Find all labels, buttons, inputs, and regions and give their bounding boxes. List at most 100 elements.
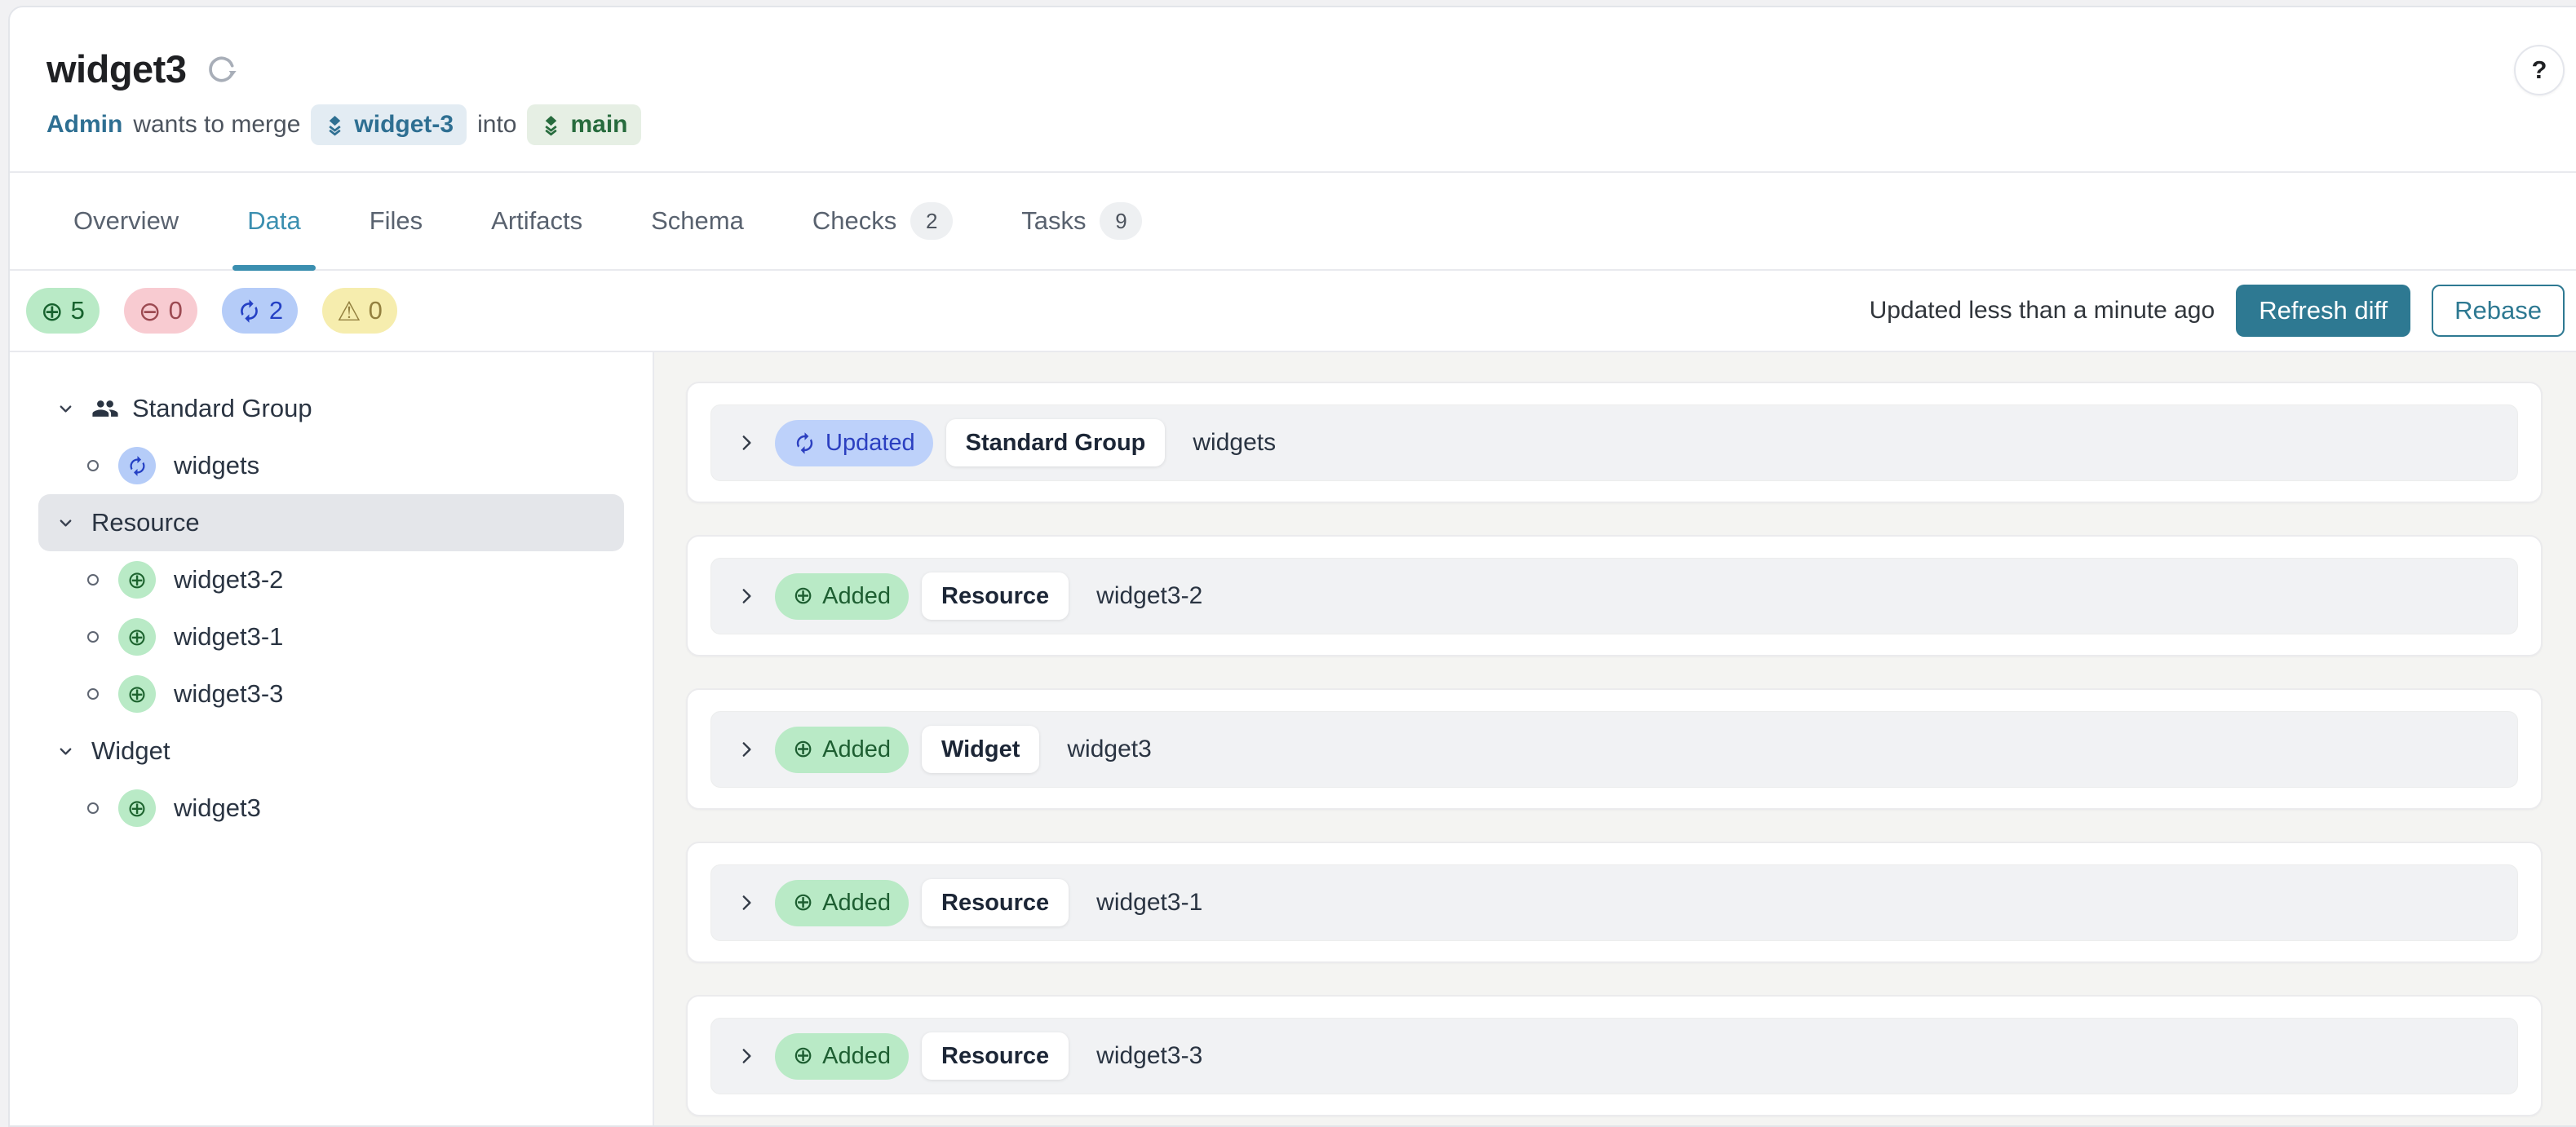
- row-name: widgets: [1193, 429, 1276, 457]
- diff-tree-sidebar: Standard Group widgets Resource ⊕ widget…: [10, 352, 654, 1125]
- row-name: widget3-3: [1096, 1042, 1202, 1070]
- chevron-down-icon: [56, 514, 75, 533]
- refresh-title-icon[interactable]: [206, 53, 238, 86]
- diff-row-header[interactable]: Updated Standard Group widgets: [710, 404, 2518, 481]
- diff-row-widget3-3: ⊕ Added Resource widget3-3: [686, 995, 2543, 1116]
- diff-row-header[interactable]: ⊕ Added Resource widget3-2: [710, 558, 2518, 634]
- branch-icon: [540, 114, 562, 136]
- type-badge: Widget: [922, 726, 1039, 773]
- diff-row-widget3-1: ⊕ Added Resource widget3-1: [686, 842, 2543, 963]
- diff-row-header[interactable]: ⊕ Added Widget widget3: [710, 711, 2518, 788]
- tab-tasks[interactable]: Tasks 9: [1007, 173, 1157, 269]
- status-badge: ⊕ Added: [775, 880, 909, 926]
- bullet-icon: [87, 688, 99, 700]
- row-name: widget3-2: [1096, 582, 1202, 610]
- tree-group-widget[interactable]: Widget: [38, 723, 624, 780]
- merge-summary: Admin wants to merge widget-3 into main: [46, 104, 2576, 145]
- tree-group-label: Widget: [91, 736, 170, 766]
- diff-list: Updated Standard Group widgets ⊕ Added R…: [654, 352, 2576, 1125]
- checks-count-badge: 2: [910, 202, 953, 240]
- type-badge: Resource: [922, 572, 1069, 620]
- pr-header: widget3 Admin wants to merge widget-3 in…: [10, 7, 2576, 173]
- plus-circle-icon: ⊕: [41, 298, 64, 325]
- sync-icon: [793, 431, 817, 455]
- tree-group-standard-group[interactable]: Standard Group: [38, 380, 624, 437]
- tree-item-widget3-1[interactable]: ⊕ widget3-1: [38, 608, 624, 665]
- type-badge: Resource: [922, 879, 1069, 926]
- tab-data[interactable]: Data: [232, 173, 315, 269]
- tree-item-label: widget3: [174, 793, 261, 823]
- target-branch-badge[interactable]: main: [527, 104, 640, 145]
- plus-circle-icon: ⊕: [793, 584, 813, 608]
- diff-row-header[interactable]: ⊕ Added Resource widget3-3: [710, 1018, 2518, 1094]
- tree-item-widget3[interactable]: ⊕ widget3: [38, 780, 624, 837]
- stat-removed: ⊖ 0: [124, 288, 197, 334]
- row-name: widget3-1: [1096, 889, 1202, 917]
- tree-item-label: widget3-2: [174, 565, 283, 594]
- tree-item-widgets[interactable]: widgets: [38, 437, 624, 494]
- tree-item-label: widget3-3: [174, 679, 283, 709]
- page-title: widget3: [46, 46, 186, 91]
- tree-item-label: widget3-1: [174, 622, 283, 652]
- stat-added-count: 5: [71, 296, 85, 325]
- chevron-down-icon: [56, 400, 75, 418]
- added-change-icon: ⊕: [118, 618, 156, 656]
- type-badge: Standard Group: [946, 419, 1166, 466]
- source-branch-badge[interactable]: widget-3: [311, 104, 467, 145]
- users-icon: [91, 395, 119, 422]
- status-badge: ⊕ Added: [775, 727, 909, 773]
- diff-row-widget3: ⊕ Added Widget widget3: [686, 688, 2543, 810]
- status-badge: Updated: [775, 420, 933, 466]
- stat-added: ⊕ 5: [26, 288, 100, 334]
- chevron-right-icon[interactable]: [736, 1045, 757, 1067]
- chevron-down-icon: [56, 742, 75, 761]
- tree-group-resource[interactable]: Resource: [38, 494, 624, 551]
- tab-artifacts[interactable]: Artifacts: [476, 173, 597, 269]
- stat-removed-count: 0: [169, 296, 183, 325]
- stat-warnings-count: 0: [369, 296, 383, 325]
- rebase-button[interactable]: Rebase: [2432, 285, 2565, 337]
- chevron-right-icon[interactable]: [736, 739, 757, 760]
- author-link[interactable]: Admin: [46, 111, 122, 139]
- minus-circle-icon: ⊖: [139, 298, 162, 325]
- diff-row-widgets: Updated Standard Group widgets: [686, 382, 2543, 503]
- refresh-diff-button[interactable]: Refresh diff: [2236, 285, 2410, 337]
- tree-group-label: Standard Group: [132, 394, 312, 423]
- plus-circle-icon: ⊕: [793, 891, 813, 915]
- added-change-icon: ⊕: [118, 675, 156, 713]
- tree-item-label: widgets: [174, 451, 259, 480]
- plus-circle-icon: ⊕: [793, 1044, 813, 1068]
- tab-checks[interactable]: Checks 2: [798, 173, 967, 269]
- tab-schema[interactable]: Schema: [636, 173, 759, 269]
- added-change-icon: ⊕: [118, 789, 156, 827]
- into-text: into: [477, 111, 516, 139]
- status-badge: ⊕ Added: [775, 573, 909, 620]
- status-badge: ⊕ Added: [775, 1033, 909, 1080]
- type-badge: Resource: [922, 1032, 1069, 1080]
- tasks-count-badge: 9: [1100, 202, 1142, 240]
- diff-row-header[interactable]: ⊕ Added Resource widget3-1: [710, 864, 2518, 941]
- warning-icon: ⚠: [337, 298, 361, 325]
- tree-item-widget3-3[interactable]: ⊕ widget3-3: [38, 665, 624, 723]
- added-change-icon: ⊕: [118, 561, 156, 599]
- chevron-right-icon[interactable]: [736, 892, 757, 913]
- bullet-icon: [87, 631, 99, 643]
- stat-modified: 2: [222, 288, 298, 334]
- help-button[interactable]: ?: [2514, 45, 2565, 95]
- tree-group-label: Resource: [91, 508, 200, 537]
- branch-icon: [324, 114, 346, 136]
- diff-row-widget3-2: ⊕ Added Resource widget3-2: [686, 535, 2543, 656]
- tab-bar: Overview Data Files Artifacts Schema Che…: [10, 173, 2576, 271]
- chevron-right-icon[interactable]: [736, 432, 757, 453]
- updated-change-icon: [118, 447, 156, 484]
- last-updated-text: Updated less than a minute ago: [1870, 297, 2215, 325]
- bullet-icon: [87, 802, 99, 814]
- bullet-icon: [87, 460, 99, 471]
- tree-item-widget3-2[interactable]: ⊕ widget3-2: [38, 551, 624, 608]
- tab-overview[interactable]: Overview: [59, 173, 193, 269]
- diff-toolbar: ⊕ 5 ⊖ 0 2 ⚠ 0 Updated less than a minute…: [10, 271, 2576, 352]
- plus-circle-icon: ⊕: [793, 737, 813, 762]
- pull-request-page: widget3 Admin wants to merge widget-3 in…: [8, 6, 2576, 1127]
- chevron-right-icon[interactable]: [736, 586, 757, 607]
- tab-files[interactable]: Files: [355, 173, 437, 269]
